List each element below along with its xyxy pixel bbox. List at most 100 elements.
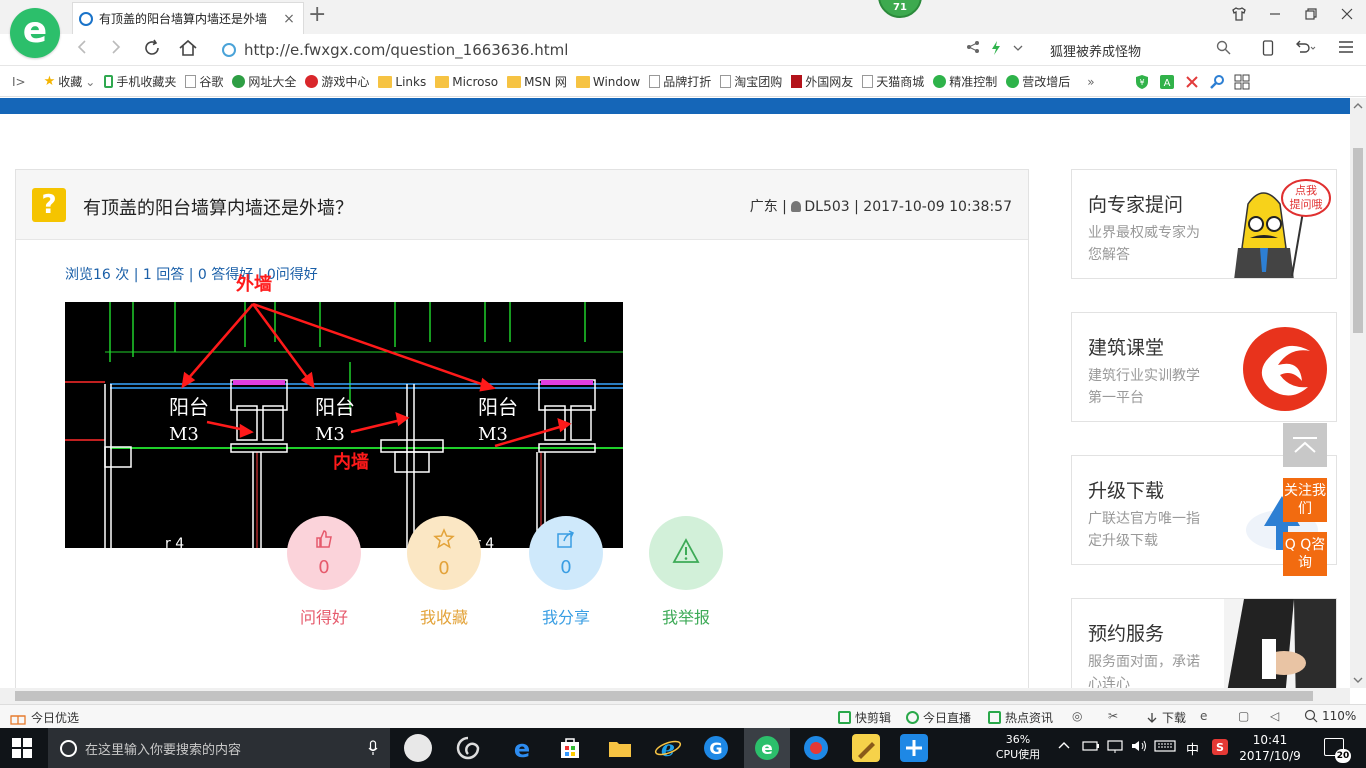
taskbar-notes-icon[interactable] <box>852 734 880 762</box>
minimize-icon[interactable] <box>1264 6 1286 26</box>
search-icon[interactable] <box>1216 40 1231 59</box>
bookmark-item[interactable]: MSN 网 <box>507 73 567 90</box>
horizontal-scrollbar[interactable] <box>0 688 1350 704</box>
battery-icon[interactable] <box>1082 739 1100 757</box>
taskbar-explorer-icon[interactable] <box>606 734 634 762</box>
search-suggestion[interactable]: 狐狸被养成怪物 <box>1050 41 1141 60</box>
bookmark-item[interactable]: 淘宝团购 <box>720 73 782 90</box>
horizontal-scroll-thumb[interactable] <box>15 691 1313 701</box>
bookmark-item[interactable]: ★ 收藏 ⌄ <box>44 73 96 90</box>
tab-close-icon[interactable]: × <box>281 11 297 27</box>
bookmark-item[interactable]: Microso <box>435 75 498 89</box>
taskbar-app-spiral-icon[interactable] <box>454 734 482 762</box>
service-card[interactable]: 预约服务 服务面对面，承诺心连心 <box>1071 598 1337 688</box>
bookmark-item[interactable]: Links <box>378 75 426 89</box>
ime-language[interactable]: 中 <box>1186 739 1199 758</box>
status-live[interactable]: 今日直播 <box>906 709 971 726</box>
window-icon[interactable]: ▢ <box>1238 709 1249 723</box>
bookmark-item[interactable]: 网址大全 <box>232 73 296 90</box>
restore-icon[interactable] <box>1300 6 1322 26</box>
course-card[interactable]: 建筑课堂 建筑行业实训教学第一平台 <box>1071 312 1337 422</box>
apps-grid-icon[interactable] <box>1234 74 1250 90</box>
chevron-down-icon[interactable]: ⌄ <box>85 75 95 89</box>
action-button[interactable] <box>649 516 723 590</box>
mute-icon[interactable]: ◁ <box>1270 709 1279 723</box>
scissors-icon[interactable] <box>1184 74 1200 90</box>
back-to-top-button[interactable] <box>1283 423 1327 467</box>
translate-icon[interactable]: A <box>1159 74 1175 90</box>
forward-arrow-icon[interactable] <box>104 38 128 62</box>
site-security-icon[interactable] <box>222 43 236 57</box>
bookmark-item[interactable]: 营改增后 <box>1006 73 1070 90</box>
action-label[interactable]: 我收藏 <box>394 604 494 628</box>
bookmark-item[interactable]: 手机收藏夹 <box>104 73 176 90</box>
undo-icon[interactable] <box>1294 40 1316 60</box>
vertical-scroll-thumb[interactable] <box>1353 148 1363 333</box>
taskbar-g-app-2-icon[interactable] <box>802 734 830 762</box>
question-user[interactable]: DL503 <box>804 199 849 215</box>
vertical-scrollbar[interactable] <box>1350 98 1366 688</box>
new-tab-button[interactable]: + <box>308 4 326 26</box>
back-arrow-icon[interactable] <box>70 38 94 62</box>
qq-consult-button[interactable]: Q Q咨询 <box>1283 532 1327 576</box>
bookmark-item[interactable]: 天猫商城 <box>862 73 924 90</box>
follow-us-button[interactable]: 关注我们 <box>1283 478 1327 522</box>
mobile-icon[interactable] <box>1262 40 1274 60</box>
keyboard-icon[interactable] <box>1154 739 1176 757</box>
sidebar-toggle-icon[interactable]: I> <box>12 75 26 89</box>
home-icon[interactable] <box>176 38 200 62</box>
cpu-usage[interactable]: 36% CPU使用 <box>990 732 1046 762</box>
taskbar-plus-app-icon[interactable] <box>900 734 928 762</box>
tab-active[interactable]: 有顶盖的阳台墙算内墙还是外墙 × <box>72 2 304 34</box>
zoom-level[interactable]: 110% <box>1304 709 1356 723</box>
taskbar-clock[interactable]: 10:41 2017/10/9 <box>1238 732 1302 764</box>
bookmark-item[interactable]: Window <box>575 75 640 89</box>
status-quick-edit[interactable]: 快剪辑 <box>838 709 891 726</box>
bookmark-item[interactable]: 品牌打折 <box>649 73 711 90</box>
speed-icon[interactable]: ◎ <box>1072 709 1082 723</box>
tray-expand-icon[interactable] <box>1058 739 1070 754</box>
chevron-down-icon[interactable] <box>1012 40 1024 58</box>
bookmark-item[interactable]: 谷歌 <box>185 73 223 90</box>
volume-icon[interactable] <box>1130 739 1148 757</box>
close-window-icon[interactable] <box>1336 6 1358 26</box>
bookmark-item[interactable]: 精准控制 <box>933 73 997 90</box>
taskbar-browser-active-icon[interactable]: e <box>753 734 781 762</box>
bookmarks-more-icon[interactable]: » <box>1087 75 1094 89</box>
url-field[interactable]: http://e.fwxgx.com/question_1663636.html <box>222 38 1032 62</box>
refresh-icon[interactable] <box>140 38 164 62</box>
status-download[interactable]: 下载 <box>1146 709 1186 726</box>
taskbar-g-app-icon[interactable]: G <box>702 734 730 762</box>
magnifier-icon[interactable] <box>1209 74 1225 90</box>
action-label[interactable]: 问得好 <box>274 604 374 628</box>
extension-badge[interactable]: 71 <box>878 0 922 18</box>
action-button[interactable]: 0 <box>529 516 603 590</box>
ie-mode-icon[interactable]: e <box>1200 709 1207 723</box>
network-icon[interactable] <box>1106 739 1124 757</box>
notification-center-icon[interactable]: 20 <box>1324 738 1351 763</box>
action-label[interactable]: 我分享 <box>516 604 616 628</box>
sogou-ime-icon[interactable]: S <box>1212 739 1228 759</box>
taskbar-ie-icon[interactable]: e <box>654 734 682 762</box>
pin-icon[interactable]: ✂ <box>1108 709 1118 723</box>
shield-icon[interactable]: ¥ <box>1134 74 1150 90</box>
action-button[interactable]: 0 <box>287 516 361 590</box>
share-page-icon[interactable] <box>966 40 980 58</box>
today-picks[interactable]: 今日优选 <box>10 709 79 726</box>
lightning-icon[interactable] <box>990 40 1002 60</box>
action-button[interactable]: 0 <box>407 516 481 590</box>
taskbar-search-box[interactable]: 在这里输入你要搜索的内容 <box>48 728 390 768</box>
taskbar-app-pinwheel-icon[interactable] <box>404 734 432 762</box>
microphone-icon[interactable] <box>368 740 378 756</box>
windows-start-icon[interactable] <box>12 738 32 758</box>
action-label[interactable]: 我举报 <box>636 604 736 628</box>
taskbar-store-icon[interactable] <box>556 734 584 762</box>
status-news[interactable]: 热点资讯 <box>988 709 1053 726</box>
shirt-skin-icon[interactable] <box>1228 6 1250 26</box>
ask-expert-card[interactable]: 向专家提问 业界最权威专家为您解答 点我 提问哦 <box>1071 169 1337 279</box>
browser-logo[interactable]: e <box>10 8 60 58</box>
menu-icon[interactable] <box>1338 40 1354 58</box>
bookmark-item[interactable]: 游戏中心 <box>305 73 369 90</box>
taskbar-edge-icon[interactable]: e <box>508 734 536 763</box>
bookmark-item[interactable]: 外国网友 <box>791 73 853 90</box>
